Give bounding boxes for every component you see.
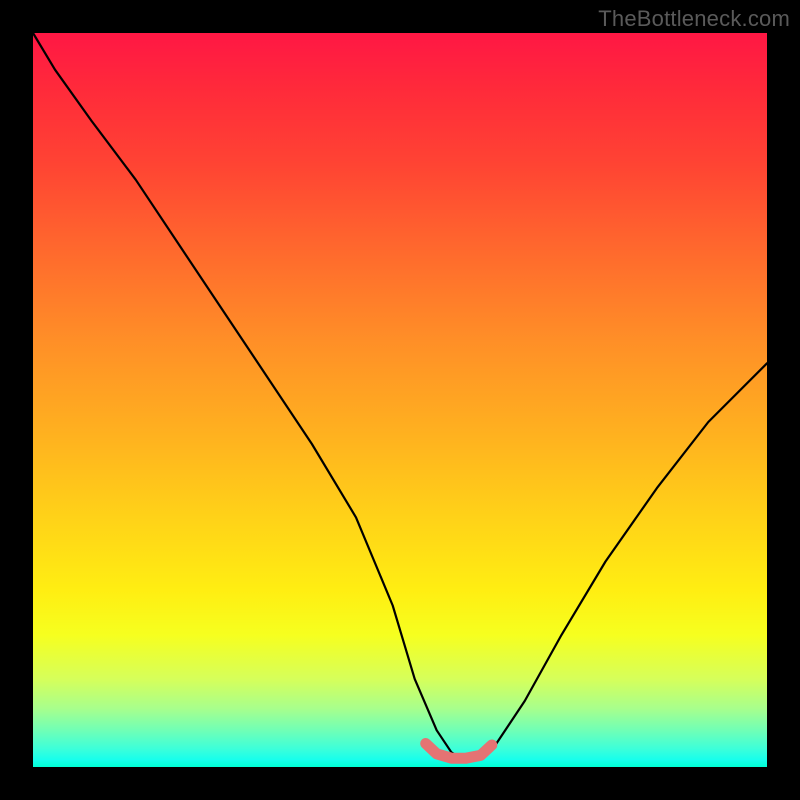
watermark-text: TheBottleneck.com — [598, 6, 790, 32]
bottleneck-curve — [33, 33, 767, 760]
gradient-plot-area — [33, 33, 767, 767]
curve-layer — [33, 33, 767, 767]
optimal-highlight — [426, 744, 492, 759]
chart-frame: TheBottleneck.com — [0, 0, 800, 800]
